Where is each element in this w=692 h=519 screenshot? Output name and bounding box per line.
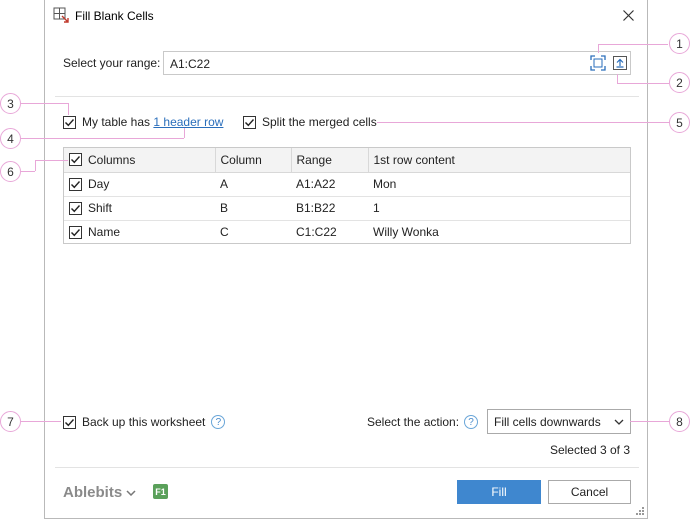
row-checkbox[interactable] [69, 177, 82, 191]
row-name: Name [88, 225, 121, 240]
column-header-range[interactable]: Range [291, 148, 369, 173]
row-name: Day [88, 177, 110, 191]
range-input[interactable]: A1:C22 [163, 51, 631, 75]
callout-4: 4 [0, 128, 21, 149]
callout-line [35, 160, 68, 161]
help-icon[interactable]: ? [211, 415, 226, 429]
table-row[interactable]: Shift B B1:B22 1 [64, 196, 630, 221]
columns-table: Columns Column Range 1st row content Day… [63, 147, 631, 244]
table-row[interactable]: Day A A1:A22 Mon [64, 172, 630, 197]
callout-5: 5 [669, 112, 690, 133]
table-header-row: Columns Column Range 1st row content [64, 148, 630, 173]
header-row-link[interactable]: 1 header row [153, 115, 223, 129]
checkbox-checked-icon[interactable] [63, 115, 76, 129]
cancel-button[interactable]: Cancel [548, 480, 631, 504]
table-row[interactable]: Name C C1:C22 Willy Wonka [64, 220, 630, 244]
action-dropdown[interactable]: Fill cells downwards [487, 409, 631, 434]
row-column: C [220, 225, 229, 240]
title-bar: Fill Blank Cells [45, 0, 647, 31]
expand-selection-icon [613, 56, 627, 70]
row-content: Willy Wonka [373, 225, 439, 240]
row-column: B [215, 196, 291, 221]
callout-line [21, 103, 68, 104]
callout-3: 3 [0, 93, 21, 114]
separator [55, 96, 639, 97]
column-header-content[interactable]: 1st row content [368, 148, 630, 173]
row-range: C1:C22 [296, 225, 337, 240]
select-range-button[interactable] [588, 53, 608, 73]
callout-line [598, 44, 668, 45]
select-all-checkbox[interactable] [69, 153, 82, 167]
column-header-column[interactable]: Column [215, 148, 292, 173]
backup-label: Back up this worksheet [82, 415, 206, 429]
fill-blank-cells-icon [53, 7, 69, 23]
row-checkbox[interactable] [69, 225, 82, 239]
split-merged-label: Split the merged cells [262, 115, 377, 129]
action-label: Select the action: [367, 415, 460, 429]
checkbox-checked-icon[interactable] [243, 115, 256, 129]
range-label: Select your range: [63, 56, 161, 70]
header-row-label: My table has [82, 115, 151, 129]
row-range: B1:B22 [291, 196, 368, 221]
callout-line [377, 122, 669, 123]
split-merged-checkbox[interactable]: Split the merged cells [243, 115, 377, 129]
callout-1: 1 [669, 33, 690, 54]
chevron-down-icon [126, 489, 136, 496]
callout-line [184, 128, 185, 138]
ablebits-menu[interactable]: Ablebits [63, 484, 136, 501]
callout-8: 8 [669, 411, 690, 432]
resize-grip-icon[interactable] [635, 506, 645, 516]
callout-line [35, 160, 36, 171]
expand-selection-button[interactable] [610, 53, 630, 73]
window-title: Fill Blank Cells [75, 9, 154, 23]
callout-7: 7 [0, 411, 21, 432]
row-content: 1 [368, 196, 630, 221]
selected-count: Selected 3 of 3 [549, 443, 630, 457]
action-selected-value: Fill cells downwards [494, 414, 601, 429]
callout-line [617, 74, 618, 83]
close-button[interactable] [615, 3, 641, 27]
row-checkbox[interactable] [69, 201, 82, 215]
brand-logo: Ablebits [63, 484, 123, 501]
fill-button[interactable]: Fill [457, 480, 541, 504]
callout-line [598, 44, 599, 53]
callout-2: 2 [669, 72, 690, 93]
header-row-checkbox[interactable]: My table has 1 header row [63, 115, 223, 129]
help-icon[interactable]: ? [464, 415, 479, 429]
row-name: Shift [88, 201, 113, 215]
backup-checkbox[interactable]: Back up this worksheet ? [63, 415, 226, 429]
callout-line [68, 103, 69, 115]
row-column: A [215, 172, 291, 197]
callout-line [21, 171, 35, 172]
callout-line [617, 83, 669, 84]
row-range: A1:A22 [291, 172, 368, 197]
checkbox-checked-icon[interactable] [63, 415, 76, 429]
close-icon [622, 9, 634, 21]
chevron-down-icon [614, 419, 624, 425]
f1-help-button[interactable]: F1 [153, 484, 168, 499]
fill-blank-cells-dialog: Fill Blank Cells Select your range: A1:C… [44, 0, 648, 519]
callout-6: 6 [0, 161, 21, 182]
callout-line [630, 421, 669, 422]
callout-line [21, 421, 61, 422]
separator [55, 467, 639, 468]
row-content: Mon [368, 172, 630, 197]
select-range-icon [590, 55, 606, 71]
callout-line [21, 138, 184, 139]
action-label-group: Select the action: ? [367, 415, 479, 429]
column-header-columns[interactable]: Columns [64, 148, 216, 173]
